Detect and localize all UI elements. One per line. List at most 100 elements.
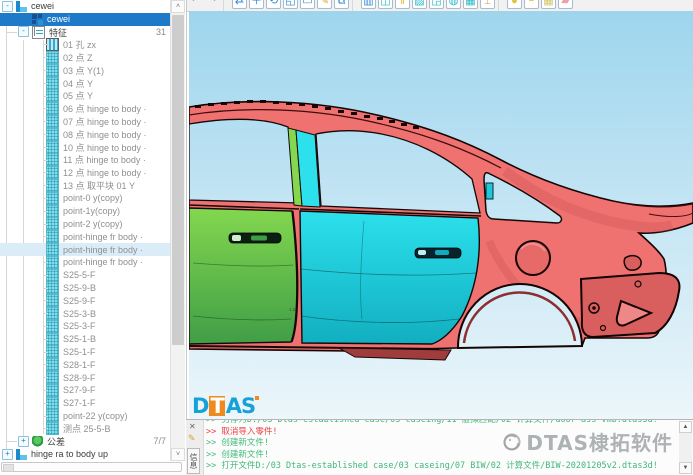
- console-line: >> 取消导入零件!: [206, 426, 278, 437]
- angle-measure-icon[interactable]: ◓: [524, 0, 539, 9]
- pan-view-icon[interactable]: ⇄: [232, 0, 247, 9]
- toolbar-separator[interactable]: [223, 0, 229, 11]
- tree-row[interactable]: S25-3-B: [0, 307, 170, 321]
- tree-row[interactable]: 10 点 hinge to body ·: [0, 140, 170, 154]
- rotate-view-icon[interactable]: ⟲: [266, 0, 281, 9]
- redo-icon[interactable]: ↷: [205, 0, 220, 9]
- scroll-down-icon[interactable]: ˅: [171, 448, 185, 461]
- tree-row[interactable]: S25-3-F: [0, 319, 170, 333]
- expander-icon[interactable]: -: [2, 0, 13, 12]
- tree-item-label: S25-5-F: [63, 270, 96, 281]
- front-door-green[interactable]: [189, 207, 298, 345]
- display-window-icon[interactable]: ◫: [378, 0, 393, 9]
- tree-scrollbar[interactable]: ˄ ˅: [170, 0, 185, 461]
- tree-row[interactable]: 06 点 hinge to body ·: [0, 102, 170, 116]
- sphere-measure-icon[interactable]: ●: [507, 0, 522, 9]
- tree-row[interactable]: - cewei: [0, 0, 170, 13]
- pencil-icon[interactable]: ✎: [188, 433, 196, 443]
- tree-item-label: 08 点 hinge to body ·: [63, 129, 147, 140]
- fuel-filler-circle[interactable]: [515, 240, 551, 276]
- tree-horizontal-scrollbar[interactable]: [1, 462, 182, 472]
- point-set-icon[interactable]: ▨: [412, 0, 427, 9]
- undo-icon[interactable]: ↶: [188, 0, 203, 9]
- tree-row[interactable]: point-0 y(copy): [0, 191, 170, 205]
- expander-icon[interactable]: +: [18, 435, 29, 447]
- tree-row[interactable]: 02 点 Z: [0, 51, 170, 65]
- close-icon[interactable]: ✕: [189, 422, 196, 431]
- tree-row[interactable]: S28-1-F: [0, 358, 170, 372]
- tree-row[interactable]: 08 点 hinge to body ·: [0, 127, 170, 141]
- tree-item-label: S25-9-B: [63, 282, 97, 293]
- tree-row[interactable]: point-hinge fr body ·: [0, 255, 170, 269]
- tree-row[interactable]: cewei: [0, 12, 170, 26]
- sphere-icon[interactable]: ◍: [446, 0, 461, 9]
- tree-row[interactable]: S25-9-F: [0, 294, 170, 308]
- console-scrollbar[interactable]: ▲ ▼: [679, 421, 692, 474]
- tree-row[interactable]: 测点 25-5-B: [0, 422, 170, 436]
- expander-icon[interactable]: +: [2, 448, 13, 460]
- toolbar-separator[interactable]: [352, 0, 358, 11]
- rear-door-cyan[interactable]: [299, 210, 480, 345]
- tree-row[interactable]: 12 点 hinge to body ·: [0, 166, 170, 180]
- tab-messages[interactable]: 信息: [187, 448, 200, 474]
- pause-icon[interactable]: ‖: [395, 0, 410, 9]
- annotate-icon[interactable]: ✎: [317, 0, 332, 9]
- tree-row[interactable]: S25-1-F: [0, 345, 170, 359]
- tree-row[interactable]: point-1y(copy): [0, 204, 170, 218]
- tree-row[interactable]: S27-1-F: [0, 396, 170, 410]
- tree-item-icon: [46, 243, 59, 257]
- console-sidebar: ✕ ✎ 信息: [186, 420, 204, 475]
- tree-item-icon: [32, 13, 43, 25]
- tree-item-label: 10 点 hinge to body ·: [63, 142, 147, 153]
- tree-item-label: 公差: [47, 437, 66, 447]
- zoom-window-icon[interactable]: ＋: [249, 0, 264, 9]
- tree-row[interactable]: point-hinge fr body ·: [0, 230, 170, 244]
- viewport-3d[interactable]: 1.2 DTAS: [189, 11, 693, 419]
- tree-row[interactable]: 11 点 hinge to body ·: [0, 153, 170, 167]
- tree-row[interactable]: point-22 y(copy): [0, 409, 170, 423]
- copy-view-icon[interactable]: ⧉: [334, 0, 349, 9]
- tree-item-label: S25-1-B: [63, 334, 97, 345]
- fit-view-icon[interactable]: ◱: [283, 0, 298, 9]
- clamp-icon[interactable]: ⌶: [480, 0, 495, 9]
- tree-row[interactable]: 03 点 Y(1): [0, 63, 170, 77]
- tree-item-label: cewei: [31, 1, 55, 12]
- tree-item-icon: [46, 319, 59, 333]
- tree-row[interactable]: S25-1-B: [0, 332, 170, 346]
- tree-row[interactable]: 07 点 hinge to body ·: [0, 115, 170, 129]
- tree-item-icon: [16, 448, 27, 460]
- toolbar-separator[interactable]: [498, 0, 504, 11]
- tree-row[interactable]: S27-9-F: [0, 383, 170, 397]
- scroll-up-icon[interactable]: ▲: [679, 421, 692, 433]
- tree-row[interactable]: + 公差 7/7: [0, 435, 170, 448]
- plane-measure-icon[interactable]: ▰: [558, 0, 573, 9]
- matrix-icon[interactable]: ◲: [429, 0, 444, 9]
- car-body-model[interactable]: 1.2: [189, 11, 693, 419]
- scrollbar-thumb[interactable]: [3, 464, 14, 472]
- tree-item-label: S25-3-F: [63, 321, 96, 332]
- tree-row[interactable]: point-hinge fr body ·: [0, 243, 170, 257]
- tree-row[interactable]: 05 点 Y: [0, 89, 170, 103]
- scrollbar-thumb[interactable]: [172, 15, 184, 345]
- tree-row[interactable]: S25-9-B: [0, 281, 170, 295]
- report-chart-icon[interactable]: ▥: [361, 0, 376, 9]
- scroll-down-icon[interactable]: ▼: [679, 462, 692, 474]
- tree-row[interactable]: S25-5-F: [0, 268, 170, 282]
- tree-item-icon: [46, 332, 59, 346]
- tree-row[interactable]: + hinge ra to body up: [0, 448, 170, 461]
- tree-row[interactable]: point-2 y(copy): [0, 217, 170, 231]
- expander-icon[interactable]: -: [18, 26, 29, 38]
- tree-row[interactable]: 01 孔 zx: [0, 38, 170, 52]
- mesh-icon[interactable]: ▦: [463, 0, 478, 9]
- lamp-bracket: [623, 254, 642, 271]
- tree-row[interactable]: 13 点 取平块 01 Y: [0, 179, 170, 193]
- scroll-up-icon[interactable]: ˄: [171, 0, 185, 13]
- hide-item-icon[interactable]: ▭: [300, 0, 315, 9]
- tree-item-count: 7/7: [153, 436, 166, 447]
- tree-row[interactable]: 04 点 Y: [0, 76, 170, 90]
- tree-row[interactable]: - 特征 31: [0, 25, 170, 39]
- tree-row[interactable]: S28-9-F: [0, 371, 170, 385]
- grid-measure-icon[interactable]: ▦: [541, 0, 556, 9]
- tree-item-icon: [46, 102, 59, 116]
- tree-item-label: S27-1-F: [63, 398, 96, 409]
